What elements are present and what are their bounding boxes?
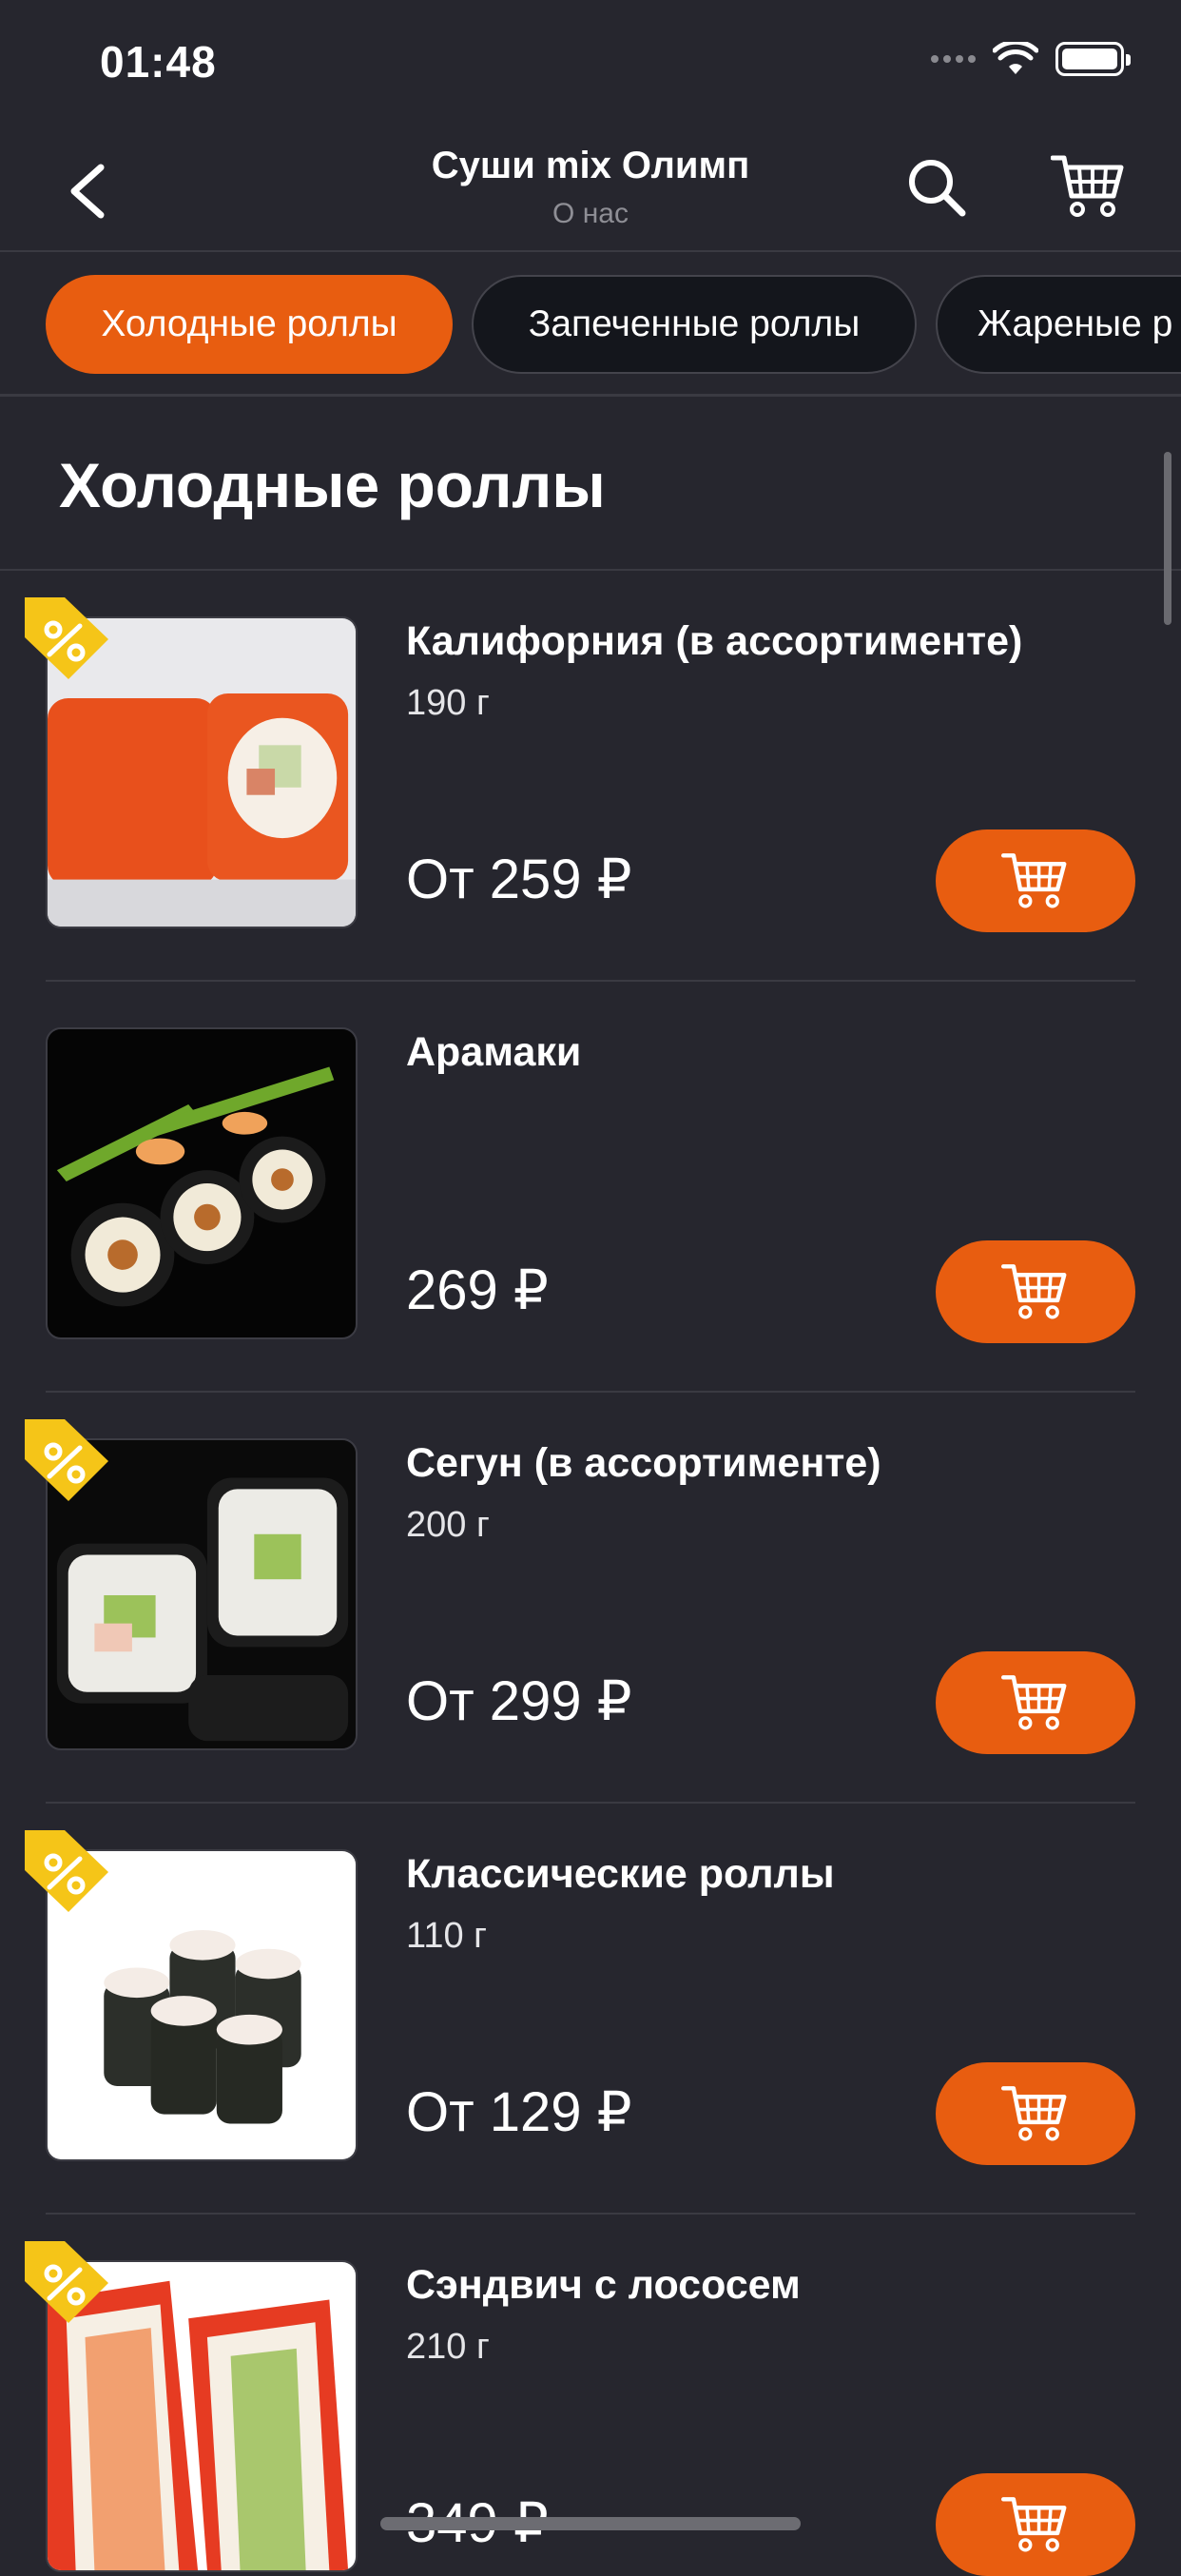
status-icons <box>931 42 1131 76</box>
cart-icon <box>1001 1675 1067 1730</box>
nav-header: Суши mix Олимп О нас <box>0 124 1181 252</box>
cart-icon <box>1001 1264 1067 1319</box>
product-weight: 110 г <box>406 1916 487 1956</box>
battery-icon <box>1055 42 1131 76</box>
search-button[interactable] <box>903 154 970 221</box>
add-to-cart-button[interactable] <box>936 1240 1135 1343</box>
category-tabs: Холодные роллы Запеченные роллы Жареные … <box>0 254 1181 397</box>
page-title: Суши mix Олимп <box>431 145 750 186</box>
cellular-signal-icon <box>931 55 976 63</box>
add-to-cart-button[interactable] <box>936 1651 1135 1754</box>
home-indicator[interactable] <box>380 2517 801 2530</box>
tab-fried-rolls[interactable]: Жареные р <box>936 275 1181 374</box>
about-link[interactable]: О нас <box>0 198 1181 230</box>
tab-cold-rolls[interactable]: Холодные роллы <box>46 275 453 374</box>
add-to-cart-button[interactable] <box>936 2473 1135 2576</box>
discount-tag-icon <box>25 1830 108 1912</box>
product-name: Сегун (в ассортименте) <box>406 1440 881 1486</box>
tab-baked-rolls[interactable]: Запеченные роллы <box>472 275 917 374</box>
product-item[interactable]: Арамаки 269 ₽ <box>0 982 1181 1393</box>
product-item[interactable]: Калифорния (в ассортименте) 190 г От 259… <box>0 571 1181 982</box>
search-icon <box>909 160 966 217</box>
product-name: Классические роллы <box>406 1851 835 1897</box>
product-weight: 210 г <box>406 2327 490 2367</box>
add-to-cart-button[interactable] <box>936 829 1135 932</box>
wifi-icon <box>993 42 1038 74</box>
cart-icon <box>1001 2497 1067 2552</box>
product-price: 269 ₽ <box>406 1259 549 1321</box>
discount-tag-icon <box>25 1419 108 1501</box>
cart-icon <box>1001 2086 1067 2141</box>
status-time: 01:48 <box>100 37 217 87</box>
product-name: Арамаки <box>406 1029 582 1075</box>
cart-button[interactable] <box>1050 152 1127 221</box>
status-bar: 01:48 <box>0 0 1181 124</box>
product-item[interactable]: Классические роллы 110 г От 129 ₽ <box>0 1804 1181 2215</box>
product-price: От 129 ₽ <box>406 2081 632 2143</box>
product-name: Калифорния (в ассортименте) <box>406 618 1023 664</box>
product-price: От 259 ₽ <box>406 849 632 910</box>
cart-icon <box>1001 853 1067 908</box>
cart-icon <box>1050 155 1124 217</box>
section-title: Холодные роллы <box>59 450 606 520</box>
product-weight: 190 г <box>406 683 490 723</box>
discount-tag-icon <box>25 2241 108 2323</box>
product-weight: 200 г <box>406 1505 490 1545</box>
product-price: От 299 ₽ <box>406 1670 632 1732</box>
discount-tag-icon <box>25 597 108 679</box>
product-item[interactable]: Сэндвич с лососем 210 г 349 ₽ <box>0 2215 1181 2576</box>
product-image[interactable] <box>46 1027 358 1339</box>
product-item[interactable]: Сегун (в ассортименте) 200 г От 299 ₽ <box>0 1393 1181 1804</box>
product-name: Сэндвич с лососем <box>406 2262 801 2308</box>
add-to-cart-button[interactable] <box>936 2062 1135 2165</box>
